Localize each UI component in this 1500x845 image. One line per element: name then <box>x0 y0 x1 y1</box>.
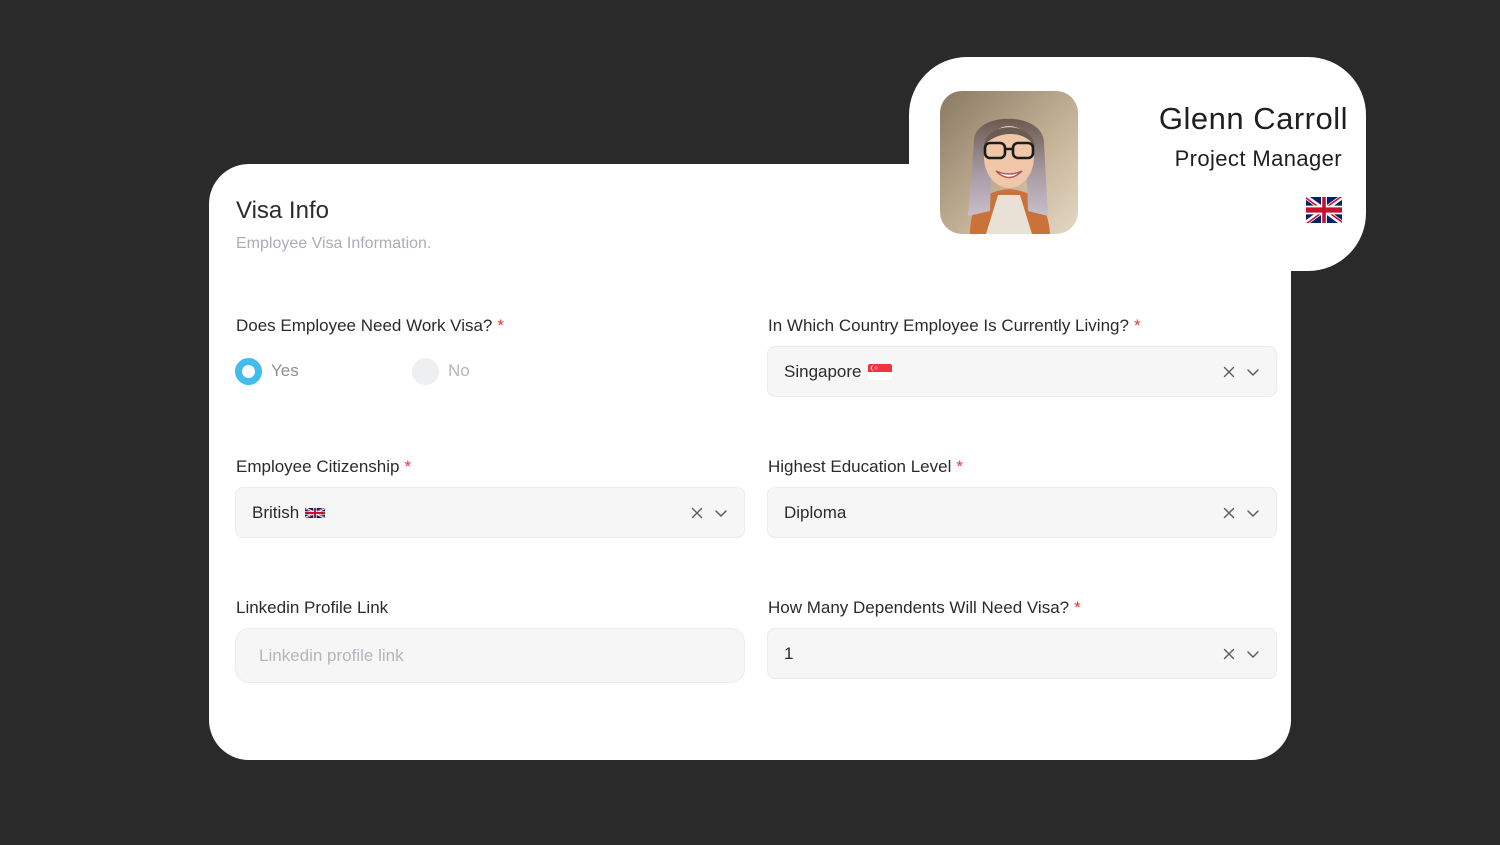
select-controls <box>1223 629 1260 678</box>
required-marker: * <box>1133 316 1141 335</box>
education-label-text: Highest Education Level <box>768 457 952 476</box>
select-controls <box>1223 347 1260 396</box>
education-value: Diploma <box>784 503 846 523</box>
radio-label-no: No <box>448 361 470 380</box>
required-marker: * <box>1074 598 1081 617</box>
select-controls <box>1223 488 1260 537</box>
citizenship-label-text: Employee Citizenship <box>236 457 400 476</box>
chevron-down-icon[interactable] <box>1246 649 1260 659</box>
citizenship-value-text: British <box>252 502 300 522</box>
living-country-value: Singapore <box>784 362 892 382</box>
linkedin-input[interactable] <box>235 628 745 683</box>
radio-label-yes: Yes <box>271 361 299 380</box>
dependents-select[interactable]: 1 <box>767 628 1277 679</box>
work-visa-label-text: Does Employee Need Work Visa? <box>236 316 493 335</box>
singapore-flag-icon <box>868 364 892 380</box>
dependents-label-text: How Many Dependents Will Need Visa? <box>768 598 1070 617</box>
required-marker: * <box>404 457 412 476</box>
stage: Visa Info Employee Visa Information. Doe… <box>0 0 1500 845</box>
required-marker: * <box>497 316 505 335</box>
linkedin-label-text: Linkedin Profile Link <box>236 598 389 617</box>
living-country-value-text: Singapore <box>784 361 862 381</box>
card-title: Visa Info <box>236 197 329 224</box>
dependents-value: 1 <box>784 644 793 664</box>
required-marker: * <box>956 457 963 476</box>
living-country-select[interactable]: Singapore <box>767 346 1277 397</box>
citizenship-value: British <box>252 503 325 523</box>
profile-card: Glenn Carroll Project Manager <box>909 57 1366 271</box>
linkedin-label: Linkedin Profile Link <box>236 598 388 618</box>
clear-icon[interactable] <box>1223 507 1235 519</box>
uk-flag-icon <box>305 506 325 520</box>
chevron-down-icon[interactable] <box>1246 508 1260 518</box>
dependents-label: How Many Dependents Will Need Visa? * <box>768 598 1081 618</box>
dependents-value-text: 1 <box>784 643 794 663</box>
profile-name: Glenn Carroll <box>1158 101 1348 136</box>
citizenship-label: Employee Citizenship * <box>236 457 411 477</box>
card-subtitle: Employee Visa Information. <box>236 235 432 252</box>
education-value-text: Diploma <box>784 502 847 522</box>
work-visa-option-no[interactable]: No <box>412 357 470 385</box>
clear-icon[interactable] <box>691 507 703 519</box>
avatar <box>940 91 1078 234</box>
select-controls <box>691 488 728 537</box>
living-country-label: In Which Country Employee Is Currently L… <box>768 316 1141 336</box>
work-visa-label: Does Employee Need Work Visa? * <box>236 316 504 336</box>
education-select[interactable]: Diploma <box>767 487 1277 538</box>
profile-role: Project Manager <box>1174 146 1342 171</box>
clear-icon[interactable] <box>1223 366 1235 378</box>
radio-unselected-icon[interactable] <box>412 357 439 385</box>
work-visa-radio-group: Yes No <box>235 357 535 385</box>
chevron-down-icon[interactable] <box>714 508 728 518</box>
living-country-label-text: In Which Country Employee Is Currently L… <box>768 316 1129 335</box>
radio-selected-icon[interactable] <box>235 357 262 385</box>
education-label: Highest Education Level * <box>768 457 963 477</box>
chevron-down-icon[interactable] <box>1246 367 1260 377</box>
clear-icon[interactable] <box>1223 648 1235 660</box>
work-visa-option-yes[interactable]: Yes <box>235 357 299 385</box>
uk-flag-icon <box>1306 197 1342 223</box>
citizenship-select[interactable]: British <box>235 487 745 538</box>
